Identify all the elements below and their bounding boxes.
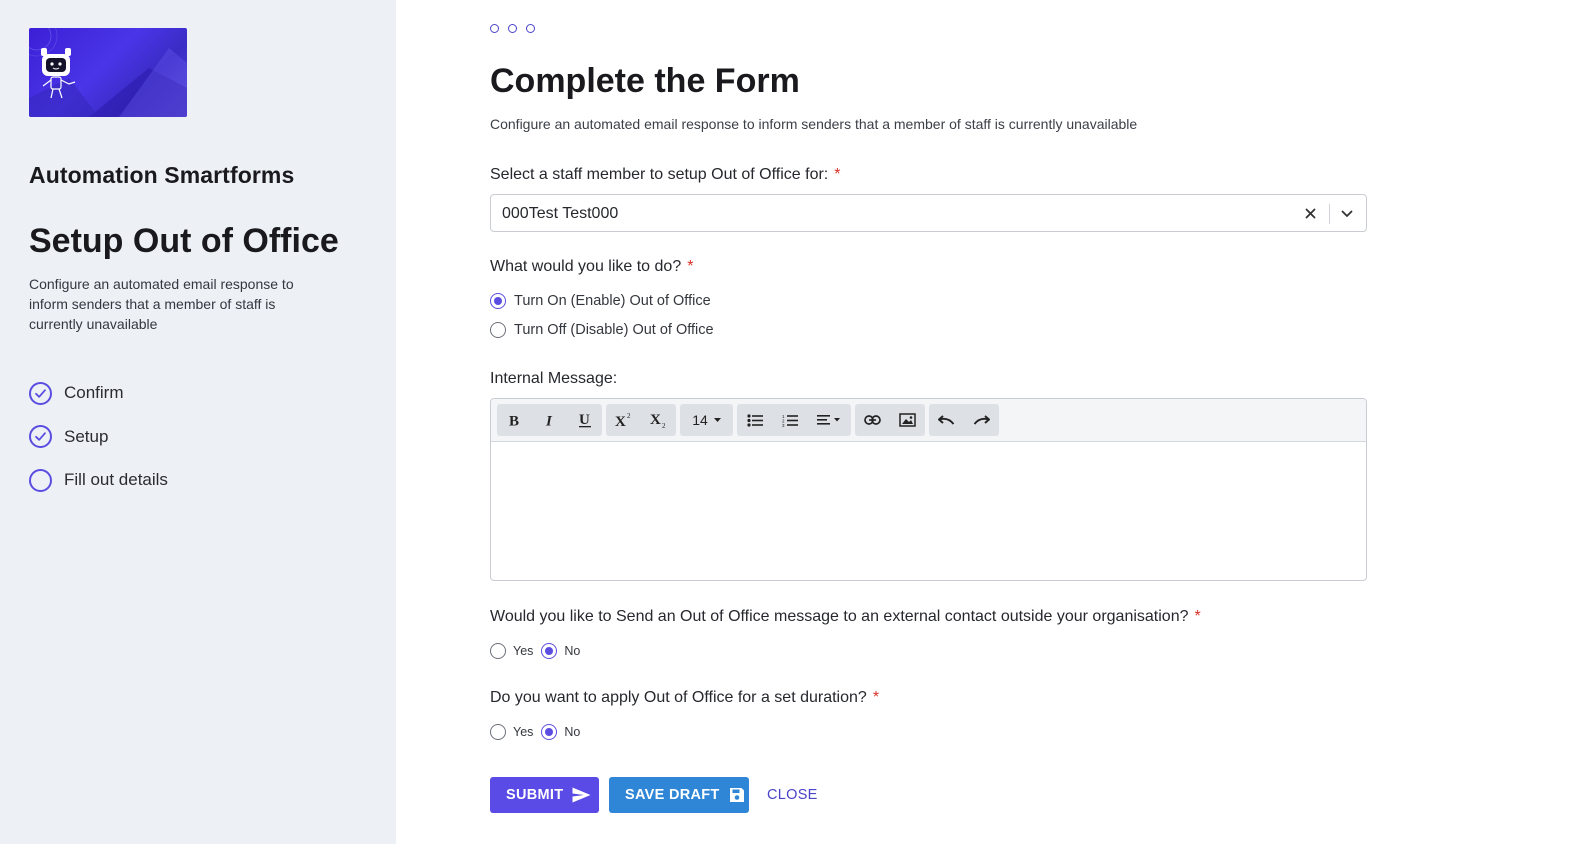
insert-group <box>855 404 925 436</box>
staff-question: Select a staff member to setup Out of Of… <box>490 166 840 184</box>
editor-toolbar: B I U X2 X2 14 123 <box>491 399 1366 442</box>
step-setup: Setup <box>29 425 168 449</box>
radio-duration-yes[interactable] <box>490 724 506 740</box>
radio-button[interactable] <box>490 322 506 338</box>
external-radio-group: Yes No <box>490 643 588 659</box>
internal-message-input[interactable] <box>491 442 1366 580</box>
radio-duration-no[interactable] <box>541 724 558 740</box>
step-fill-out-details: Fill out details <box>29 468 168 492</box>
staff-select-value: 000Test Test000 <box>502 205 619 222</box>
step-label: Fill out details <box>64 470 168 489</box>
sidebar: Automation Smartforms Setup Out of Offic… <box>0 0 396 844</box>
submit-button[interactable]: SUBMIT <box>490 777 599 813</box>
select-separator <box>1329 204 1330 224</box>
page-description: Configure an automated email response to… <box>29 276 294 332</box>
svg-text:X: X <box>615 414 626 428</box>
bullet-list-icon[interactable] <box>737 404 772 436</box>
app-title: Automation Smartforms <box>29 162 295 188</box>
step-label: Setup <box>64 426 109 446</box>
italic-button[interactable]: I <box>532 404 567 436</box>
underline-button[interactable]: U <box>567 404 602 436</box>
font-size-group: 14 <box>680 404 733 436</box>
required-mark: * <box>687 258 694 275</box>
robot-logo <box>29 28 187 117</box>
progress-dot <box>508 24 517 33</box>
script-group: X2 X2 <box>606 404 676 436</box>
svg-text:2: 2 <box>662 422 666 429</box>
radio-label: No <box>564 644 581 658</box>
svg-text:3: 3 <box>782 423 785 427</box>
link-icon[interactable] <box>855 404 890 436</box>
duration-label: Do you want to apply Out of Office for a… <box>490 689 867 706</box>
save-draft-label: SAVE DRAFT <box>625 787 720 803</box>
numbered-list-icon[interactable]: 123 <box>772 404 807 436</box>
progress-dot <box>490 24 499 33</box>
svg-text:2: 2 <box>627 412 631 420</box>
progress-dots <box>490 24 535 33</box>
undo-icon[interactable] <box>929 404 964 436</box>
font-size-dropdown[interactable]: 14 <box>680 404 733 436</box>
rich-text-editor: B I U X2 X2 14 123 <box>490 398 1367 581</box>
radio-button[interactable] <box>490 293 506 309</box>
list-group: 123 <box>737 404 851 436</box>
image-icon[interactable] <box>890 404 925 436</box>
required-mark: * <box>1194 608 1201 625</box>
svg-text:I: I <box>545 414 553 428</box>
bold-button[interactable]: B <box>497 404 532 436</box>
radio-external-no[interactable] <box>541 643 558 659</box>
step-label: Confirm <box>64 383 124 402</box>
floppy-disk-icon <box>729 788 744 802</box>
radio-turn-on[interactable]: Turn On (Enable) Out of Office <box>490 293 711 309</box>
close-button[interactable]: CLOSE <box>767 777 817 813</box>
staff-label: Select a staff member to setup Out of Of… <box>490 166 829 183</box>
external-question: Would you like to Send an Out of Office … <box>490 608 1201 626</box>
align-dropdown[interactable] <box>807 404 851 436</box>
progress-dot <box>526 24 535 33</box>
subscript-button[interactable]: X2 <box>641 404 676 436</box>
required-mark: * <box>872 689 880 706</box>
svg-text:X: X <box>650 412 661 428</box>
staff-select[interactable]: 000Test Test000 <box>490 194 1367 232</box>
redo-icon[interactable] <box>964 404 999 436</box>
required-mark: * <box>834 166 841 183</box>
form-description: Configure an automated email response to… <box>490 116 1138 132</box>
svg-text:U: U <box>579 412 590 428</box>
clear-icon[interactable] <box>1300 203 1320 223</box>
radio-external-yes[interactable] <box>490 643 506 659</box>
format-group: B I U <box>497 404 602 436</box>
save-draft-button[interactable]: SAVE DRAFT <box>609 777 749 813</box>
external-label: Would you like to Send an Out of Office … <box>490 608 1189 625</box>
submit-label: SUBMIT <box>506 787 564 803</box>
radio-turn-off[interactable]: Turn Off (Disable) Out of Office <box>490 322 714 338</box>
superscript-button[interactable]: X2 <box>606 404 641 436</box>
check-circle-icon <box>29 425 52 448</box>
action-label: What would you like to do? <box>490 258 682 275</box>
radio-label: Turn On (Enable) Out of Office <box>514 293 711 309</box>
radio-label: Yes <box>513 644 534 658</box>
radio-label: Yes <box>513 725 534 739</box>
step-confirm: Confirm <box>29 381 168 405</box>
duration-radio-group: Yes No <box>490 724 588 740</box>
empty-circle-icon <box>29 468 52 492</box>
internal-message-label: Internal Message: <box>490 370 618 387</box>
check-circle-icon <box>29 381 52 405</box>
step-list: Confirm Setup Fill out details <box>29 381 168 512</box>
svg-text:B: B <box>509 414 519 428</box>
font-size-value: 14 <box>692 412 708 428</box>
radio-label: No <box>564 725 581 739</box>
chevron-down-icon[interactable] <box>1336 203 1358 225</box>
history-group <box>929 404 999 436</box>
page-title: Setup Out of Office <box>29 222 339 260</box>
send-icon <box>572 787 591 803</box>
action-question: What would you like to do? * <box>490 258 693 276</box>
duration-question: Do you want to apply Out of Office for a… <box>490 689 879 707</box>
radio-label: Turn Off (Disable) Out of Office <box>514 322 714 338</box>
form-title: Complete the Form <box>490 62 800 100</box>
